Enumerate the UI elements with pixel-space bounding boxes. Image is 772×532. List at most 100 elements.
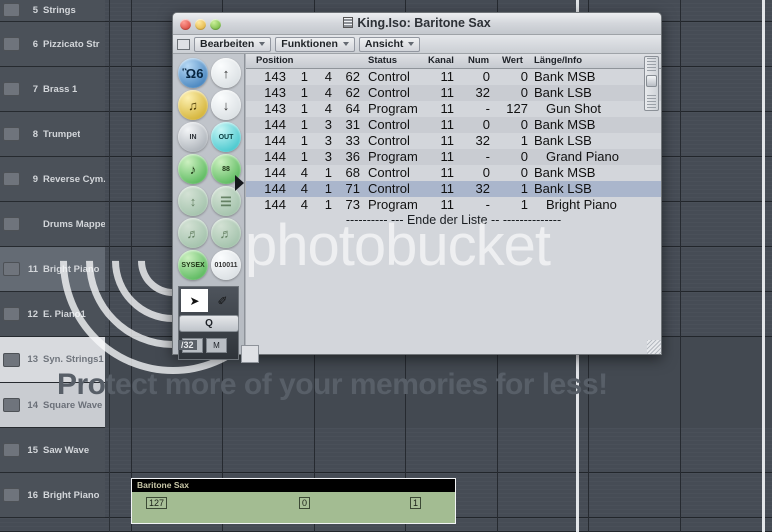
track-header[interactable]: 16 Bright Piano <box>0 473 105 518</box>
event-list-row[interactable]: 144 4 1 71 Control 11 32 1 Bank LSB <box>246 181 661 197</box>
menu-ansicht-label: Ansicht <box>364 38 404 50</box>
event-list-row[interactable]: 143 1 4 62 Control 11 0 0 Bank MSB <box>246 69 661 85</box>
track-number: 7 <box>32 83 38 95</box>
tool-palette[interactable]: Ὣ6↑♫↓INOUT♪88↕☰♬♬SYSEX010011 ➤✐ ▱⌶ ✂M Q … <box>173 54 245 360</box>
track-header[interactable]: 11 Bright Piano <box>0 247 105 292</box>
track-header[interactable]: 8 Trumpet <box>0 112 105 157</box>
cell-kanal: 11 <box>440 181 455 196</box>
cell-info: Bank MSB <box>534 117 596 132</box>
sysex-button[interactable]: SYS EX <box>178 250 208 280</box>
track-header[interactable]: 15 Saw Wave <box>0 428 105 473</box>
region-body[interactable]: 127 0 1 <box>132 492 455 523</box>
window-menu-bar[interactable]: Bearbeiten Funktionen Ansicht <box>173 35 661 54</box>
region-value[interactable]: 1 <box>410 497 422 509</box>
pencil-tool[interactable]: ✐ <box>210 290 235 311</box>
cell-position-division: 3 <box>324 149 332 164</box>
down-arrow-button[interactable]: ↓ <box>211 90 241 120</box>
track-name: Drums Mapped <box>43 218 105 230</box>
cell-kanal: 11 <box>440 101 455 116</box>
note-off-button[interactable]: ♫ <box>178 90 208 120</box>
cell-kanal: 11 <box>440 149 455 164</box>
midi-out-button[interactable]: OUT <box>211 122 241 152</box>
cell-status: Control <box>368 85 410 100</box>
track-number: 6 <box>32 38 38 50</box>
button-label: EX <box>195 261 205 269</box>
window-resize-handle[interactable] <box>647 340 661 354</box>
track-name: Reverse Cym. <box>43 173 105 185</box>
cell-wert: 1 <box>520 197 528 212</box>
event-list-row[interactable]: 143 1 4 62 Control 11 32 0 Bank LSB <box>246 85 661 101</box>
track-header[interactable]: 6 Pizzicato Str <box>0 22 105 67</box>
cell-position-tick: 62 <box>345 85 360 100</box>
cell-position-division: 3 <box>324 117 332 132</box>
list-window-icon <box>343 17 354 28</box>
track-header[interactable]: 12 E. Piano1 <box>0 292 105 337</box>
track-header[interactable]: 7 Brass 1 <box>0 67 105 112</box>
meta-event-button[interactable]: 010 011 <box>211 250 241 280</box>
track-name: Saw Wave <box>43 444 90 456</box>
track-header[interactable]: Drums Mapped <box>0 202 105 247</box>
event-type-buttons[interactable]: Ὣ6 ↑ ♫ ↓ IN OUT ♪ 88 ↕ ☰ ♬ ♬ SYS EX 010 011 <box>173 54 244 280</box>
aftertouch-button[interactable]: ♬ <box>178 218 208 248</box>
track-header-list[interactable]: 5 Strings 6 Pizzicato Str 7 Brass 1 8 Trumpet 9 R… <box>0 0 105 532</box>
cell-position-tick: 71 <box>345 181 360 196</box>
menu-bearbeiten[interactable]: Bearbeiten <box>194 36 272 52</box>
region-baritone-sax[interactable]: Baritone Sax 127 0 1 <box>131 478 456 524</box>
poly-press-button[interactable]: ♬ <box>211 218 241 248</box>
cell-status: Control <box>368 133 410 148</box>
cell-position-division: 1 <box>324 165 332 180</box>
track-header[interactable]: 5 Strings <box>0 0 105 22</box>
arrow-tool[interactable]: ➤ <box>182 290 207 311</box>
event-list[interactable]: Position Status Kanal Num Wert Länge/Inf… <box>241 54 661 363</box>
midi-in-button[interactable]: IN <box>178 122 208 152</box>
event-list-window[interactable]: King.Iso: Baritone Sax Bearbeiten Funkti… <box>172 12 662 363</box>
cell-position-beat: 4 <box>300 165 308 180</box>
event-list-row[interactable]: 144 1 3 31 Control 11 0 0 Bank MSB <box>246 117 661 133</box>
scrollbar-thumb[interactable] <box>646 75 657 87</box>
up-arrow-button[interactable]: ↑ <box>211 58 241 88</box>
track-name: Syn. Strings1 <box>43 354 104 365</box>
window-title-bar[interactable]: King.Iso: Baritone Sax <box>173 13 661 35</box>
menu-ansicht[interactable]: Ansicht <box>358 36 421 52</box>
region-value[interactable]: 0 <box>299 497 311 509</box>
mute-tool[interactable]: M <box>206 338 227 353</box>
note-event-button[interactable]: ♪ <box>178 154 208 184</box>
event-list-row[interactable]: 144 4 1 68 Control 11 0 0 Bank MSB <box>246 165 661 181</box>
link-toggle-button[interactable] <box>177 38 190 50</box>
walker-button[interactable]: Ὣ6 <box>178 58 208 88</box>
event-list-row[interactable]: 143 1 4 64 Program 11 - 127 Gun Shot <box>246 101 661 117</box>
track-header[interactable]: 9 Reverse Cym. <box>0 157 105 202</box>
cell-position-division: 4 <box>324 69 332 84</box>
track-header[interactable]: 13 Syn. Strings1 <box>0 337 105 383</box>
cell-position-beat: 1 <box>300 149 308 164</box>
button-label: OUT <box>218 133 234 141</box>
track-header[interactable]: 14 Square Wave <box>0 383 105 428</box>
event-list-row[interactable]: 144 1 3 33 Control 11 32 1 Bank LSB <box>246 133 661 149</box>
pitchbend-button[interactable]: ↕ <box>178 186 208 216</box>
menu-funktionen[interactable]: Funktionen <box>275 36 355 52</box>
event-list-row[interactable]: 144 4 1 73 Program 11 - 1 Bright Piano <box>246 197 661 213</box>
cell-position-bar: 144 <box>264 181 286 196</box>
instrument-icon <box>3 82 20 96</box>
cell-position-tick: 68 <box>345 165 360 180</box>
event-list-row[interactable]: 144 1 3 36 Program 11 - 0 Grand Piano <box>246 149 661 165</box>
cell-position-tick: 33 <box>345 133 360 148</box>
cell-position-beat: 4 <box>300 181 308 196</box>
instrument-icon <box>3 3 20 17</box>
arrangement-lane[interactable] <box>0 428 772 473</box>
cell-position-beat: 4 <box>300 197 308 212</box>
col-header-info: Länge/Info <box>534 55 583 66</box>
track-name: Pizzicato Str <box>43 38 100 50</box>
button-glyph-icon: Ὣ6 <box>182 65 204 81</box>
palette-collapse-arrow-icon[interactable] <box>235 175 244 191</box>
region-title: Baritone Sax <box>132 479 455 492</box>
cell-num: 0 <box>482 165 490 180</box>
vertical-scrollbar[interactable] <box>644 56 659 111</box>
cell-kanal: 11 <box>440 133 455 148</box>
col-header-position: Position <box>256 55 294 66</box>
event-list-rows[interactable]: 143 1 4 62 Control 11 0 0 Bank MSB 143 1 4 62 Control… <box>246 69 661 354</box>
region-value[interactable]: 127 <box>146 497 168 509</box>
quantize-button[interactable]: Q <box>179 315 239 332</box>
cell-num: - <box>485 197 490 212</box>
chevron-down-icon <box>259 42 266 46</box>
